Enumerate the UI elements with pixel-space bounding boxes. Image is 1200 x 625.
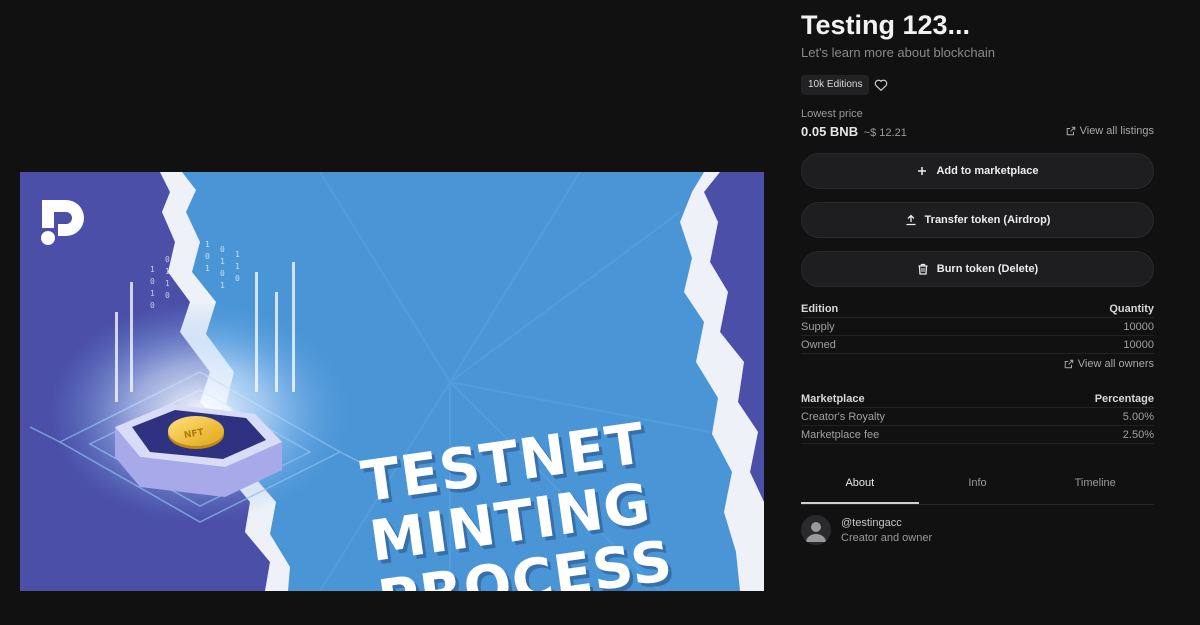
svg-text:1: 1 [205, 264, 210, 273]
view-all-listings-label: View all listings [1079, 125, 1154, 137]
marketplace-header: Marketplace [801, 392, 865, 405]
plus-icon [918, 167, 927, 175]
view-all-listings-link[interactable]: View all listings [1066, 125, 1154, 137]
owner-role: Creator and owner [841, 531, 933, 544]
percentage-header: Percentage [1094, 392, 1154, 405]
svg-text:0: 0 [235, 274, 240, 283]
supply-value: 10000 [1123, 320, 1154, 333]
table-row: Marketplace fee 2.50% [801, 426, 1154, 444]
svg-text:1: 1 [220, 281, 225, 290]
trash-icon [918, 263, 928, 275]
lowest-price-label: Lowest price [801, 108, 863, 120]
view-all-owners-link[interactable]: View all owners [1064, 358, 1154, 370]
svg-text:0: 0 [165, 255, 170, 264]
add-to-marketplace-label: Add to marketplace [936, 165, 1039, 177]
nft-artwork[interactable]: 1010 0110 101 0101 110 NFT TESTNET MINTI… [20, 172, 764, 591]
editions-badge: 10k Editions [801, 75, 870, 95]
tab-about[interactable]: About [801, 470, 919, 504]
owner-handle[interactable]: @testingacc [841, 517, 932, 529]
svg-text:1: 1 [150, 289, 155, 298]
svg-text:0: 0 [205, 252, 210, 261]
supply-label: Supply [801, 320, 835, 333]
owned-value: 10000 [1123, 338, 1154, 351]
transfer-token-button[interactable]: Transfer token (Airdrop) [801, 202, 1154, 238]
heart-icon[interactable] [873, 77, 889, 93]
add-to-marketplace-button[interactable]: Add to marketplace [801, 153, 1154, 189]
token-subtitle: Let's learn more about blockchain [801, 45, 995, 60]
table-header: Marketplace Percentage [801, 390, 1154, 408]
svg-text:0: 0 [165, 291, 170, 300]
owner-card[interactable]: @testingacc Creator and owner [801, 515, 932, 545]
lowest-price-value: 0.05 BNB ~$ 12.21 [801, 124, 907, 139]
user-icon [806, 522, 826, 542]
table-row: Supply 10000 [801, 318, 1154, 336]
svg-text:1: 1 [235, 250, 240, 259]
upload-icon [906, 214, 916, 226]
price-bnb: 0.05 BNB [801, 124, 859, 139]
owned-label: Owned [801, 338, 836, 351]
svg-text:1: 1 [165, 267, 170, 276]
royalty-label: Creator's Royalty [801, 410, 886, 423]
burn-token-label: Burn token (Delete) [936, 263, 1039, 275]
svg-text:0: 0 [220, 269, 225, 278]
external-link-icon [1066, 126, 1075, 136]
table-row: Owned 10000 [801, 336, 1154, 354]
svg-text:1: 1 [235, 262, 240, 271]
svg-text:0: 0 [150, 277, 155, 286]
external-link-icon [1064, 359, 1074, 369]
view-all-owners-label: View all owners [1077, 358, 1154, 370]
table-header: Edition Quantity [801, 300, 1154, 318]
svg-text:1: 1 [220, 257, 225, 266]
token-title: Testing 123... [801, 10, 971, 40]
edition-table: Edition Quantity Supply 10000 Owned 1000… [801, 300, 1154, 354]
table-row: Creator's Royalty 5.00% [801, 408, 1154, 426]
svg-text:1: 1 [150, 265, 155, 274]
marketplace-table: Marketplace Percentage Creator's Royalty… [801, 390, 1154, 444]
royalty-value: 5.00% [1122, 410, 1154, 423]
price-usd: ~$ 12.21 [863, 127, 907, 139]
tab-timeline[interactable]: Timeline [1036, 470, 1154, 504]
marketplace-fee-value: 2.50% [1122, 428, 1154, 441]
details-tabs: About Info Timeline [801, 470, 1154, 505]
svg-text:1: 1 [165, 279, 170, 288]
transfer-token-label: Transfer token (Airdrop) [924, 214, 1051, 226]
tab-info[interactable]: Info [919, 470, 1037, 504]
burn-token-button[interactable]: Burn token (Delete) [801, 251, 1154, 287]
svg-text:0: 0 [220, 245, 225, 254]
svg-text:0: 0 [150, 301, 155, 310]
avatar [801, 515, 831, 545]
edition-header: Edition [801, 302, 839, 315]
marketplace-fee-label: Marketplace fee [801, 428, 880, 441]
quantity-header: Quantity [1109, 302, 1154, 315]
svg-text:1: 1 [205, 240, 210, 249]
